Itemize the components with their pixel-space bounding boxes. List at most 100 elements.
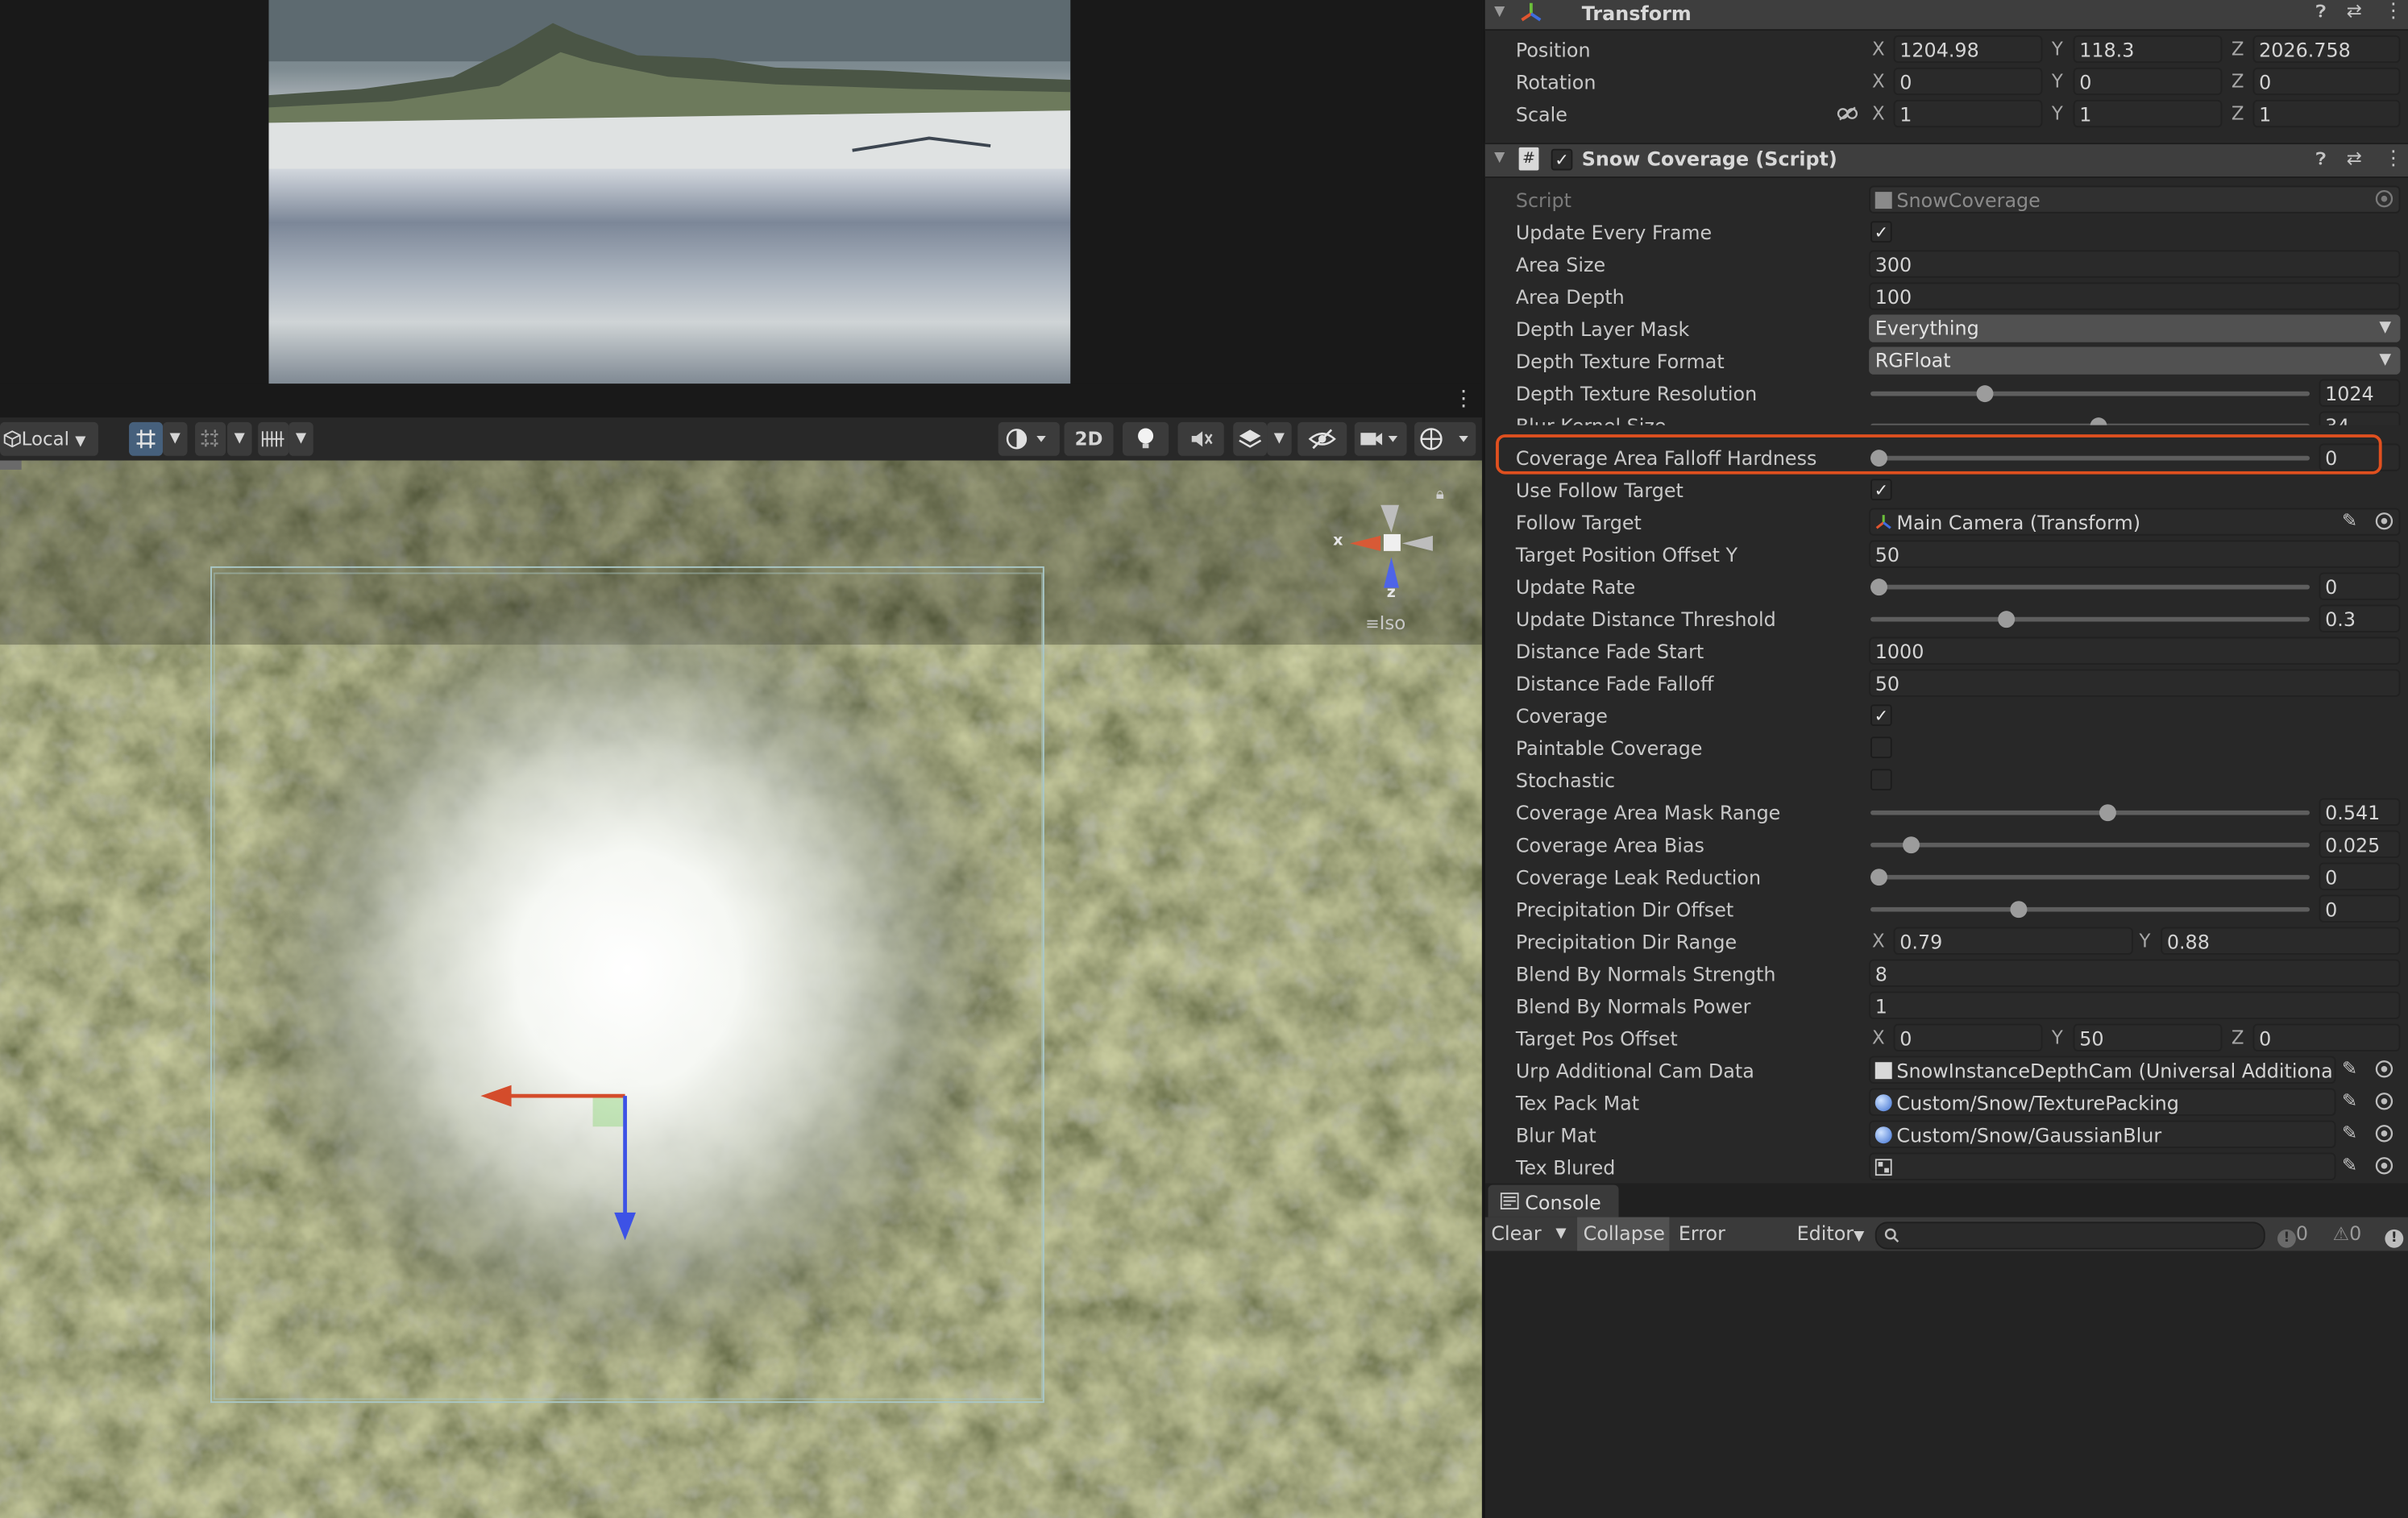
foldout-arrow-icon[interactable]: ▼ [1494, 151, 1505, 166]
error-pause-toggle[interactable]: Error Pause [1672, 1217, 1789, 1278]
ruler-dropdown[interactable]: ▼ [289, 421, 313, 456]
coverage-area-mask-range-slider[interactable] [1870, 810, 2310, 815]
console-tab[interactable]: Console [1488, 1184, 1619, 1217]
target-position-offset-y-field[interactable]: 50 [1869, 540, 2401, 568]
use-follow-target-checkbox[interactable]: ✓ [1870, 479, 1892, 501]
object-picker-icon[interactable] [2374, 1091, 2394, 1111]
rotation-x-field[interactable]: 0 [1893, 67, 2043, 96]
update-rate-field[interactable]: 0 [2319, 572, 2401, 600]
depth-texture-resolution-slider[interactable] [1870, 391, 2310, 396]
lock-icon[interactable]: 🔒︎ [1436, 487, 1444, 504]
position-y-field[interactable]: 118.3 [2073, 35, 2223, 64]
update-distance-threshold-slider-thumb[interactable] [1997, 611, 2015, 628]
preset-icon[interactable]: ⇄ [2347, 147, 2362, 169]
console-log-area[interactable] [1484, 1250, 2408, 1518]
scale-x-field[interactable]: 1 [1893, 99, 2043, 128]
console-search-input[interactable] [1875, 1221, 2265, 1250]
update-distance-threshold-field[interactable]: 0.3 [2319, 604, 2401, 632]
clear-button[interactable]: Clear ▼ [1485, 1217, 1575, 1251]
distance-fade-start-field[interactable]: 1000 [1869, 637, 2401, 665]
scale-z-field[interactable]: 1 [2252, 99, 2401, 128]
object-picker-icon[interactable] [2374, 1059, 2394, 1079]
position-z-field[interactable]: 2026.758 [2252, 35, 2401, 64]
component-menu-icon[interactable]: ⋮ [2384, 147, 2404, 171]
depth-layer-mask-dropdown[interactable]: Everything ▼ [1869, 314, 2401, 342]
depth-texture-resolution-slider-thumb[interactable] [1976, 385, 1994, 403]
foldout-arrow-icon[interactable]: ▼ [1494, 5, 1505, 20]
depth-texture-resolution-field[interactable]: 1024 [2319, 379, 2401, 407]
scene-visibility-toggle[interactable] [1297, 421, 1347, 456]
blur-kernel-size-slider-thumb[interactable] [2090, 417, 2107, 425]
component-menu-icon[interactable]: ⋮ [2384, 0, 2404, 23]
error-count-toggle[interactable]: ! 0 [2271, 1217, 2323, 1251]
help-icon[interactable]: ❓︎ [2316, 2, 2327, 23]
blend-by-normals-power-field[interactable]: 1 [1869, 991, 2401, 1019]
coverage-area-mask-range-slider-thumb[interactable] [2099, 804, 2116, 822]
pivot-rotation-dropdown[interactable]: Local ▼ [0, 421, 98, 456]
projection-toggle[interactable]: ≡Iso [1365, 612, 1405, 634]
rotation-z-field[interactable]: 0 [2252, 67, 2401, 96]
pencil-icon[interactable]: ✎ [2342, 509, 2357, 531]
precipitation-dir-offset-field[interactable]: 0 [2319, 894, 2401, 923]
more-options-icon[interactable]: ⋮ [1453, 388, 1475, 410]
target-pos-offset-x-field[interactable]: 0 [1893, 1023, 2043, 1051]
object-picker-icon[interactable] [2374, 1123, 2394, 1143]
precipitation-dir-offset-slider-thumb[interactable] [2009, 901, 2027, 919]
audio-toggle[interactable] [1177, 421, 1224, 456]
warning-count-toggle[interactable]: ⚠0 [2327, 1217, 2376, 1251]
effects-dropdown[interactable]: ▼ [1267, 421, 1292, 456]
component-enabled-checkbox[interactable]: ✓ [1551, 148, 1573, 171]
precipitation-dir-range-x-field[interactable]: 0.79 [1893, 927, 2133, 955]
snow-coverage-component-header[interactable]: ▼ # ✓ Snow Coverage (Script) ❓︎ ⇄ ⋮ [1484, 143, 2408, 178]
gizmos-dropdown[interactable] [1414, 421, 1476, 456]
snap-increment-toggle[interactable] [195, 421, 226, 456]
area-depth-field[interactable]: 100 [1869, 282, 2401, 310]
lighting-toggle[interactable] [1123, 421, 1169, 456]
coverage-leak-reduction-slider[interactable] [1870, 874, 2310, 880]
update-rate-slider-thumb[interactable] [1870, 579, 1887, 596]
distance-fade-falloff-field[interactable]: 50 [1869, 669, 2401, 697]
blend-by-normals-strength-field[interactable]: 8 [1869, 959, 2401, 987]
target-pos-offset-y-field[interactable]: 50 [2073, 1023, 2223, 1051]
scene-camera-dropdown[interactable] [1354, 421, 1407, 456]
coverage-area-bias-slider-thumb[interactable] [1902, 836, 1920, 854]
grid-snapping-dropdown[interactable]: ▼ [162, 421, 188, 456]
preset-icon[interactable]: ⇄ [2347, 0, 2362, 22]
collapse-toggle[interactable]: Collapse [1577, 1217, 1670, 1251]
orientation-gizmo[interactable]: x z ≡Iso 🔒︎ [1328, 487, 1451, 645]
stochastic-checkbox[interactable] [1870, 769, 1892, 791]
precipitation-dir-range-y-field[interactable]: 0.88 [2161, 927, 2401, 955]
constrain-proportions-icon[interactable] [1837, 106, 1858, 121]
coverage-area-mask-range-field[interactable]: 0.541 [2319, 798, 2401, 826]
coverage-leak-reduction-field[interactable]: 0 [2319, 862, 2401, 890]
move-gizmo[interactable] [461, 1067, 661, 1251]
precipitation-dir-offset-slider[interactable] [1870, 906, 2310, 912]
update-distance-threshold-slider[interactable] [1870, 616, 2310, 622]
pencil-icon[interactable]: ✎ [2342, 1090, 2357, 1112]
area-size-field[interactable]: 300 [1869, 250, 2401, 278]
transform-component-header[interactable]: ▼ Transform ❓︎ ⇄ ⋮ [1484, 0, 2408, 31]
update-every-frame-checkbox[interactable]: ✓ [1870, 221, 1892, 243]
paintable-coverage-checkbox[interactable] [1870, 736, 1892, 759]
blur-kernel-size-field[interactable]: 34 [2319, 411, 2401, 425]
scene-view[interactable]: x z ≡Iso 🔒︎ [0, 460, 1482, 1518]
urp-additional-cam-data-object-field[interactable]: SnowInstanceDepthCam (Universal Addition… [1869, 1056, 2336, 1084]
coverage-leak-reduction-slider-thumb[interactable] [1870, 869, 1887, 886]
update-rate-slider[interactable] [1870, 584, 2310, 590]
object-picker-icon[interactable] [2374, 1155, 2394, 1176]
object-picker-icon[interactable] [2374, 511, 2394, 531]
info-count-toggle[interactable]: ! [2379, 1217, 2408, 1251]
ruler-toggle[interactable] [258, 421, 289, 456]
blur-mat-object-field[interactable]: Custom/Snow/GaussianBlur [1869, 1120, 2336, 1148]
pencil-icon[interactable]: ✎ [2342, 1155, 2357, 1176]
rotation-y-field[interactable]: 0 [2073, 67, 2223, 96]
editor-dropdown[interactable]: Editor▼ [1791, 1217, 1870, 1251]
help-icon[interactable]: ❓︎ [2316, 149, 2327, 171]
grid-snapping-toggle[interactable] [129, 421, 163, 456]
effects-toggle[interactable] [1233, 421, 1268, 456]
tex-blured-object-field[interactable] [1869, 1152, 2336, 1180]
tex-pack-mat-object-field[interactable]: Custom/Snow/TexturePacking [1869, 1088, 2336, 1116]
position-x-field[interactable]: 1204.98 [1893, 35, 2043, 64]
mode-2d-toggle[interactable]: 2D [1064, 421, 1114, 456]
pencil-icon[interactable]: ✎ [2342, 1058, 2357, 1080]
